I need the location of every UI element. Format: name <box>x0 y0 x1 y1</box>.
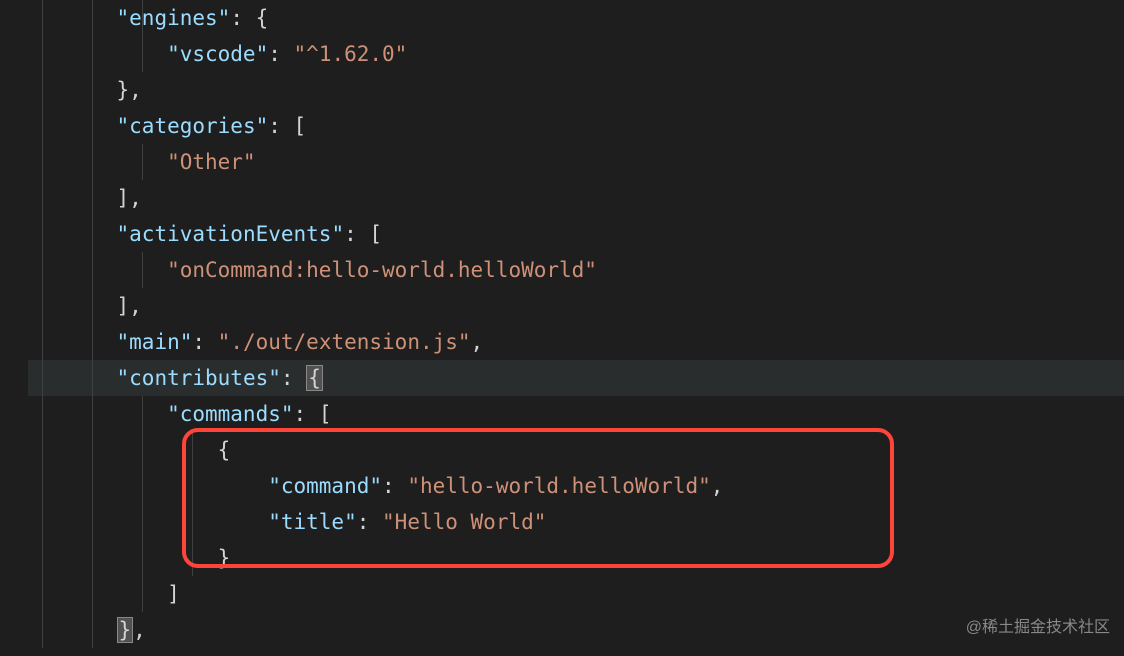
code-line[interactable]: "commands": [ <box>28 396 1124 432</box>
indent-guide <box>142 396 143 612</box>
code-line[interactable]: "Other" <box>28 144 1124 180</box>
code-line[interactable]: "onCommand:hello-world.helloWorld" <box>28 252 1124 288</box>
indent-guide <box>192 432 193 576</box>
json-key: "title" <box>268 510 357 534</box>
json-string: "Other" <box>167 150 256 174</box>
line-number <box>0 36 6 72</box>
code-line[interactable]: "engines": { <box>28 0 1124 36</box>
code-line[interactable]: ] <box>28 576 1124 612</box>
json-key: "contributes" <box>117 366 281 390</box>
json-key: "activationEvents" <box>117 222 345 246</box>
line-number <box>0 468 6 504</box>
json-string: "^1.62.0" <box>294 42 408 66</box>
json-key: "categories" <box>117 114 269 138</box>
line-number <box>0 324 6 360</box>
code-content[interactable]: "engines": { "vscode": "^1.62.0" }, "cat… <box>10 0 1124 656</box>
line-number <box>0 576 6 612</box>
line-number <box>0 504 6 540</box>
code-line[interactable]: ], <box>28 288 1124 324</box>
line-number <box>0 540 6 576</box>
json-string: "hello-world.helloWorld" <box>407 474 710 498</box>
line-number <box>0 360 6 396</box>
json-key: "engines" <box>117 6 231 30</box>
indent-guide <box>142 252 143 288</box>
line-number <box>0 144 6 180</box>
indent-guide <box>142 144 143 180</box>
json-string: "Hello World" <box>382 510 546 534</box>
code-line[interactable]: }, <box>28 612 1124 648</box>
code-line[interactable]: ], <box>28 180 1124 216</box>
code-line[interactable]: "activationEvents": [ <box>28 216 1124 252</box>
indent-guide <box>92 0 93 648</box>
line-number <box>0 432 6 468</box>
line-number <box>0 72 6 108</box>
code-line[interactable]: "main": "./out/extension.js", <box>28 324 1124 360</box>
bracket-match-icon: } <box>117 617 134 643</box>
indent-guide <box>142 0 143 72</box>
code-line[interactable]: "contributes": { <box>28 360 1124 396</box>
line-number <box>0 0 6 36</box>
code-line[interactable]: }, <box>28 72 1124 108</box>
indent-guide <box>42 0 43 648</box>
json-key: "main" <box>117 330 193 354</box>
code-line[interactable]: "vscode": "^1.62.0" <box>28 36 1124 72</box>
line-number-gutter <box>0 0 10 656</box>
json-key: "commands" <box>167 402 293 426</box>
line-number <box>0 288 6 324</box>
bracket-match-icon: { <box>306 365 323 391</box>
code-line[interactable]: "categories": [ <box>28 108 1124 144</box>
line-number <box>0 252 6 288</box>
watermark: @稀土掘金技术社区 <box>966 610 1110 646</box>
json-string: "onCommand:hello-world.helloWorld" <box>167 258 597 282</box>
line-number <box>0 216 6 252</box>
line-number <box>0 396 6 432</box>
line-number <box>0 108 6 144</box>
code-editor[interactable]: "engines": { "vscode": "^1.62.0" }, "cat… <box>0 0 1124 656</box>
json-key: "command" <box>268 474 382 498</box>
line-number <box>0 180 6 216</box>
json-string: "./out/extension.js" <box>218 330 471 354</box>
line-number <box>0 612 6 648</box>
json-key: "vscode" <box>167 42 268 66</box>
